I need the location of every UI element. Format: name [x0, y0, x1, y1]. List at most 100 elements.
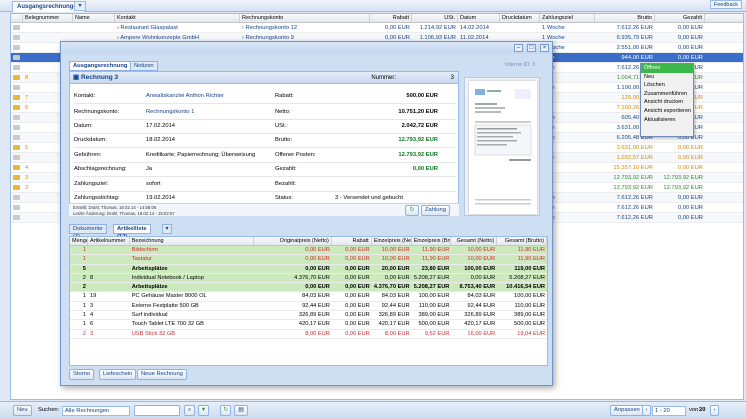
search-input[interactable] — [134, 405, 180, 416]
column-header[interactable] — [11, 14, 23, 22]
field-label: Zahlungsstichtag: — [74, 195, 120, 201]
list-row[interactable]: 2 3 USB Stick 32 GB 8,00 EUR 0,00 EUR 8,00 EU… — [70, 330, 547, 339]
list-cell: 5.208,27 EUR — [413, 284, 450, 291]
table-cell: 0,00 EUR — [384, 25, 410, 31]
filter-icon[interactable]: ▼ — [198, 405, 209, 416]
list-row[interactable]: 2 8 Individual Notebook / Laptop 4.376,70 E… — [70, 273, 547, 284]
column-header[interactable]: Datum — [458, 14, 500, 22]
list-row[interactable]: 1 6 Touch Tablet LTE 700 32 GB 420,17 EUR 0,… — [70, 320, 547, 330]
list-row[interactable]: 2 Arbeitsplätze 0,00 EUR 0,00 EUR 4.376,70 E… — [70, 283, 547, 293]
column-header[interactable]: Originalpreis (Netto) — [254, 237, 332, 245]
column-header[interactable]: Gesamt (Brutto) — [497, 237, 547, 245]
column-header[interactable]: Artikelnummer — [88, 237, 130, 245]
column-header[interactable]: Menge — [70, 237, 88, 245]
neu-button[interactable]: Neu — [13, 405, 32, 416]
collapse-icon[interactable]: ▣ — [73, 74, 81, 81]
storno-button[interactable]: Storno — [69, 369, 95, 380]
column-header[interactable]: Einzelpreis (Netto) — [372, 237, 412, 245]
context-menu-item[interactable]: Löschen — [641, 81, 693, 90]
list-tab-dropdown-icon[interactable]: ▾ — [162, 224, 172, 234]
column-header[interactable]: Belegnummer — [23, 14, 73, 22]
column-header[interactable]: Gesamt (Netto) — [451, 237, 498, 245]
prev-page-icon[interactable]: ‹ — [642, 405, 651, 416]
table-cell: 0,00 EUR — [677, 205, 703, 211]
close-icon[interactable]: × — [540, 44, 549, 52]
list-cell: 10,00 EUR — [381, 247, 410, 253]
tab-notizen[interactable]: Notizen — [130, 61, 158, 71]
field-value[interactable]: Rechnungskonto 1 — [146, 109, 194, 115]
anpassen-button[interactable]: Anpassen — [610, 405, 644, 416]
context-menu-item[interactable]: Ansicht drucken — [641, 98, 693, 107]
list-row[interactable]: 1 4 Surf individual 326,89 EUR 0,00 EUR 326,8… — [70, 311, 547, 321]
table-cell — [11, 73, 23, 82]
refresh-icon[interactable]: ↻ — [405, 205, 419, 216]
search-icon[interactable]: ⌕ — [184, 405, 195, 416]
list-row[interactable]: 1 19 PC Gehäuse Master 8000 OL 84,03 EUR 0,0… — [70, 292, 547, 302]
lieferschein-button[interactable]: Liefeschein — [99, 369, 137, 380]
column-header[interactable]: Bezeichnung — [130, 237, 255, 245]
list-cell: 0,00 EUR — [345, 274, 370, 281]
table-cell: 0,00 EUR — [677, 35, 703, 41]
list-cell: 5.208,27 EUR — [509, 274, 546, 281]
context-menu-item[interactable]: Neu — [641, 73, 693, 82]
column-header[interactable]: Gezahlt — [655, 14, 705, 22]
tab-dokumente[interactable]: Dokumente (3) — [69, 224, 107, 240]
folder-icon — [13, 215, 20, 220]
table-cell: 1.032,57 EUR — [616, 155, 653, 161]
next-page-icon[interactable]: › — [710, 405, 719, 416]
maximize-icon[interactable]: □ — [527, 44, 536, 52]
list-row[interactable]: 1 3 Externe Festplatte 500 GB 92,44 EUR 0,00… — [70, 302, 547, 312]
list-cell: 10.416,54 EUR — [506, 284, 546, 291]
list-row[interactable]: 5 Arbeitsplätze 0,00 EUR 0,00 EUR 20,00 EUR 2… — [70, 264, 547, 274]
window-footer: Storno Liefeschein Neue Rechnung — [69, 368, 548, 382]
column-header[interactable]: Rabatt — [370, 14, 412, 22]
changed-info: Letzte Änderung: Drahl, Thomas, 18.02.14… — [73, 210, 175, 216]
refresh-grid-icon[interactable]: ↻ — [220, 405, 231, 416]
list-cell: 420,17 EUR — [464, 321, 496, 328]
list-cell: 0,00 EUR — [345, 293, 370, 300]
neue-rechnung-button[interactable]: Neue Rechnung — [137, 369, 187, 380]
feedback-button[interactable]: Feedback — [709, 0, 742, 9]
list-cell: 0,00 EUR — [345, 256, 370, 263]
list-cell: 20,00 EUR — [381, 265, 410, 272]
list-cell: 1 — [82, 247, 86, 253]
tab-artikelliste[interactable]: Artikelliste (12) — [113, 224, 151, 240]
column-header[interactable]: Einzelpreis (Brutto) — [412, 237, 452, 245]
filter-select[interactable]: Alle Rechnungen — [62, 406, 130, 416]
field-label: Rabatt: — [275, 93, 294, 99]
list-cell — [88, 255, 130, 263]
column-header[interactable]: Name — [73, 14, 115, 22]
context-menu-item[interactable]: Zusammenführen — [641, 90, 693, 99]
context-menu-item[interactable]: Öffnen — [641, 64, 693, 73]
folder-icon — [13, 25, 20, 30]
bottom-toolbar: Neu Suchen: Alle Rechnungen ⌕ ▼ ↻ ▤ Anpa… — [0, 401, 746, 419]
tab-ausgangsrechnung[interactable]: Ausgangsrechnung — [69, 61, 132, 71]
table-cell: 12.793,92 EUR — [613, 185, 653, 191]
list-cell: 92,44 EUR — [381, 302, 410, 309]
context-menu-item[interactable]: Ansicht exportieren — [641, 107, 693, 116]
column-header[interactable]: USt. — [412, 14, 458, 22]
context-menu-item[interactable]: Aktualisieren — [641, 116, 693, 125]
list-cell: 8.753,40 EUR — [459, 284, 496, 291]
list-row[interactable]: 1 Bildschirm 0,00 EUR 0,00 EUR 10,00 EUR 11,9… — [70, 246, 547, 256]
column-header[interactable]: Druckdatum — [500, 14, 540, 22]
field-value[interactable]: Anwaltskanzlei Anthon Richter — [146, 93, 224, 99]
field-label: Offener Posten: — [275, 152, 316, 158]
column-header[interactable]: Rabatt — [332, 237, 372, 245]
export-icon[interactable]: ▤ — [234, 405, 248, 416]
document-preview[interactable] — [464, 77, 540, 216]
column-header[interactable]: Zahlungsziel — [540, 14, 595, 22]
field-value: 19.02.2014 — [146, 195, 176, 201]
column-header[interactable]: Rechnungskonto — [240, 14, 370, 22]
tab-dropdown-button[interactable]: ▾ — [74, 1, 86, 11]
folder-icon — [13, 65, 20, 70]
minimize-icon[interactable]: ‒ — [514, 44, 523, 52]
zahlung-button[interactable]: Zahlung — [421, 205, 450, 216]
column-header[interactable]: Brutto — [595, 14, 655, 22]
table-row[interactable]: › Restaurant Glaspalast › Rechnungskonto … — [11, 23, 743, 33]
window-titlebar[interactable]: ‒ □ × — [61, 42, 552, 54]
list-row[interactable]: 1 Tastatur 0,00 EUR 0,00 EUR 10,00 EUR 11,90 … — [70, 255, 547, 265]
page-range-select[interactable]: 1 - 20 — [652, 406, 686, 416]
column-header[interactable]: Kontakt — [115, 14, 240, 22]
table-cell: 3.631,00 EUR — [616, 145, 653, 151]
